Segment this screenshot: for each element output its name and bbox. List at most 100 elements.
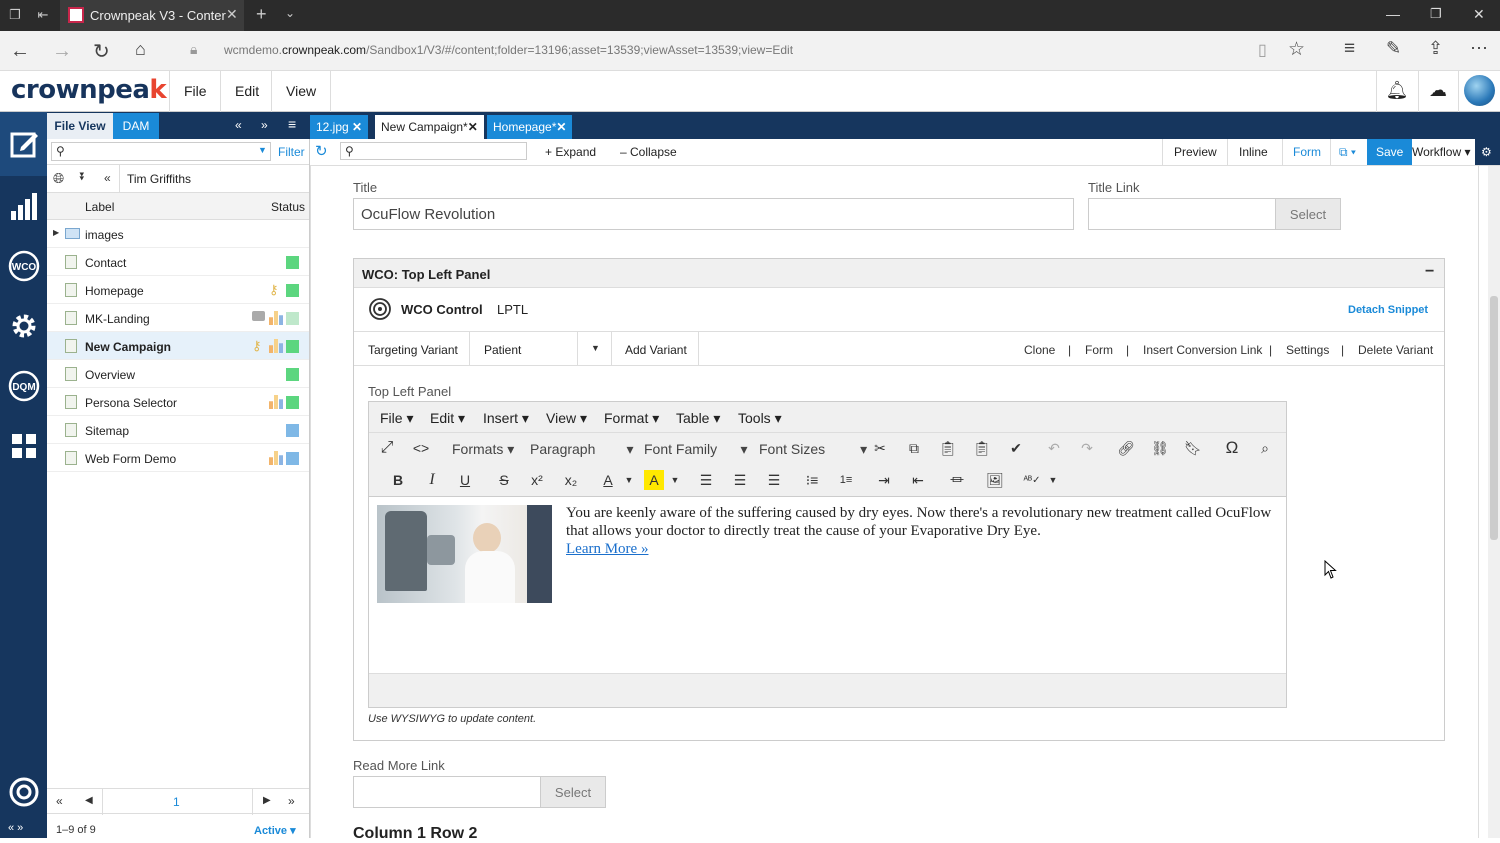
double-right-icon[interactable]: » <box>261 118 268 132</box>
scrollbar-thumb[interactable] <box>1490 296 1498 540</box>
editor-menu-view[interactable]: View ▾ <box>546 410 587 427</box>
unlink-icon[interactable]: ⛓ <box>1150 438 1170 458</box>
special-character-icon[interactable]: Ω <box>1222 438 1242 458</box>
collapse-button[interactable]: – Collapse <box>612 139 685 165</box>
notifications-bell-icon[interactable]: 🔔︎ <box>1386 79 1409 101</box>
collapse-minus-icon[interactable]: − <box>1425 263 1434 281</box>
paragraph-dropdown[interactable]: Paragraph ▾ <box>530 441 634 458</box>
doc-tab-homepage[interactable]: Homepage*✕ <box>487 115 573 139</box>
refresh-icon[interactable]: ↻ <box>93 39 110 64</box>
spellcheck-dropdown-icon[interactable]: ▼ <box>1047 470 1059 490</box>
workflow-button[interactable]: Workflow ▾ <box>1404 139 1478 165</box>
text-color-dropdown-icon[interactable]: ▼ <box>623 470 635 490</box>
list-item[interactable]: MK-Landing <box>47 304 309 332</box>
double-left-icon[interactable]: « <box>235 118 242 132</box>
forward-arrow-icon[interactable]: → <box>52 40 72 63</box>
fullscreen-icon[interactable]: ⤢ <box>377 438 397 458</box>
insert-image-icon[interactable]: 🖼︎ <box>985 470 1005 490</box>
list-item[interactable]: Homepage ⚷ <box>47 276 309 304</box>
underline-icon[interactable]: U <box>455 470 475 490</box>
editor-menu-edit[interactable]: Edit ▾ <box>430 410 465 427</box>
editor-menu-tools[interactable]: Tools ▾ <box>738 410 782 427</box>
formats-dropdown[interactable]: Formats ▾ <box>452 441 514 458</box>
align-left-icon[interactable]: ☰ <box>696 470 716 490</box>
inline-button[interactable]: Inline <box>1227 139 1279 165</box>
left-search-input[interactable] <box>51 142 271 161</box>
read-more-input[interactable] <box>353 776 541 808</box>
filter-button[interactable]: Filter <box>278 145 305 159</box>
clone-button[interactable]: Clone <box>1024 343 1055 357</box>
font-family-dropdown[interactable]: Font Family ▾ <box>644 441 748 458</box>
add-variant-button[interactable]: Add Variant <box>625 343 687 357</box>
tab-dam[interactable]: DAM <box>113 113 159 139</box>
close-icon[interactable]: ✕ <box>468 120 478 134</box>
subscript-icon[interactable]: x₂ <box>561 470 581 490</box>
tab-list-chevron-icon[interactable]: ⌄ <box>285 6 295 20</box>
last-page-icon[interactable]: » <box>288 794 295 808</box>
list-item[interactable]: Persona Selector <box>47 388 309 416</box>
editor-menu-insert[interactable]: Insert ▾ <box>483 410 529 427</box>
col-status-header[interactable]: Status <box>271 200 305 214</box>
expand-down-icon[interactable]: ⏬︎ <box>80 171 86 184</box>
upload-cloud-icon[interactable]: ☁ <box>1427 79 1449 101</box>
form-link-button[interactable]: Form <box>1085 343 1113 357</box>
crownpeak-logo[interactable]: crownpeak <box>11 75 167 105</box>
cut-icon[interactable]: ✂ <box>870 438 890 458</box>
new-tab-icon[interactable]: + <box>256 4 267 25</box>
paste-icon[interactable]: 📋︎ <box>938 438 958 458</box>
link-icon[interactable]: 🔗︎ <box>1116 438 1136 458</box>
preview-button[interactable]: Preview <box>1162 139 1228 165</box>
share-icon[interactable]: ⇪ <box>1428 38 1443 59</box>
active-filter[interactable]: Active ▾ <box>254 824 296 837</box>
redo-icon[interactable]: ↷ <box>1077 438 1097 458</box>
menu-lines-icon[interactable]: ≡ <box>288 116 296 132</box>
outdent-icon[interactable]: ⇤ <box>908 470 928 490</box>
rail-people-button[interactable] <box>0 416 47 476</box>
doc-tab-12jpg[interactable]: 12.jpg ✕ <box>310 115 369 139</box>
bookmark-icon[interactable]: 🔖︎ <box>1183 438 1203 458</box>
home-icon[interactable]: ⌂ <box>135 39 146 60</box>
variant-dropdown-icon[interactable]: ▼ <box>591 343 600 353</box>
editor-body-text[interactable]: You are keenly aware of the suffering ca… <box>566 504 1278 558</box>
list-item[interactable]: ▶ images <box>47 220 309 248</box>
list-item[interactable]: Contact <box>47 248 309 276</box>
bullet-list-icon[interactable]: ⁝≡ <box>802 470 822 490</box>
favorite-star-icon[interactable]: ☆ <box>1288 38 1305 61</box>
variant-select[interactable]: Patient <box>484 343 521 357</box>
prev-page-icon[interactable]: ◀ <box>85 795 93 806</box>
checkmark-icon[interactable]: ✔ <box>1006 438 1026 458</box>
doc-tab-new-campaign[interactable]: New Campaign*✕ <box>375 115 484 139</box>
highlight-color-icon[interactable]: A <box>644 470 664 490</box>
open-external-button[interactable]: ⧉ ▾ <box>1330 139 1364 165</box>
editor-menu-format[interactable]: Format ▾ <box>604 410 659 427</box>
expand-arrow-icon[interactable]: ▶ <box>53 228 59 237</box>
list-item[interactable]: New Campaign ⚷ <box>47 332 309 360</box>
rail-wco-button[interactable]: WCO <box>0 236 47 296</box>
close-window-icon[interactable]: ✕ <box>1473 6 1485 23</box>
globe-icon[interactable]: 🌐︎ <box>53 170 64 187</box>
close-tab-icon[interactable]: ✕ <box>226 6 238 23</box>
tab-file-view[interactable]: File View <box>47 113 113 139</box>
reading-view-icon[interactable]: ▯ <box>1258 40 1267 60</box>
spellcheck-icon[interactable]: ᴬᴮ✓ <box>1022 470 1042 490</box>
back-up-icon[interactable]: « <box>104 171 111 185</box>
rail-help-button[interactable] <box>0 762 47 822</box>
col-label-header[interactable]: Label <box>85 200 114 214</box>
source-code-icon[interactable]: <> <box>411 438 431 458</box>
close-icon[interactable]: ✕ <box>556 120 566 134</box>
rail-settings-button[interactable] <box>0 296 47 356</box>
url-field[interactable]: wcmdemo.crownpeak.com/Sandbox1/V3/#/cont… <box>224 43 793 57</box>
list-item[interactable]: Web Form Demo <box>47 444 309 472</box>
indent-icon[interactable]: ⇥ <box>874 470 894 490</box>
expand-button[interactable]: + Expand <box>537 139 604 165</box>
bold-icon[interactable]: B <box>388 470 408 490</box>
restore-icon[interactable]: ❐ <box>1430 6 1442 22</box>
rail-collapse-icon[interactable]: « » <box>8 822 23 834</box>
search-dropdown-icon[interactable]: ▼ <box>258 145 267 155</box>
close-icon[interactable]: ✕ <box>352 120 362 134</box>
learn-more-link[interactable]: Learn More » <box>566 541 648 557</box>
find-replace-icon[interactable]: ⌕ <box>1255 438 1275 458</box>
back-arrow-icon[interactable]: ← <box>10 40 30 63</box>
strikethrough-icon[interactable]: S <box>494 470 514 490</box>
numbered-list-icon[interactable]: 1≡ <box>836 470 856 490</box>
